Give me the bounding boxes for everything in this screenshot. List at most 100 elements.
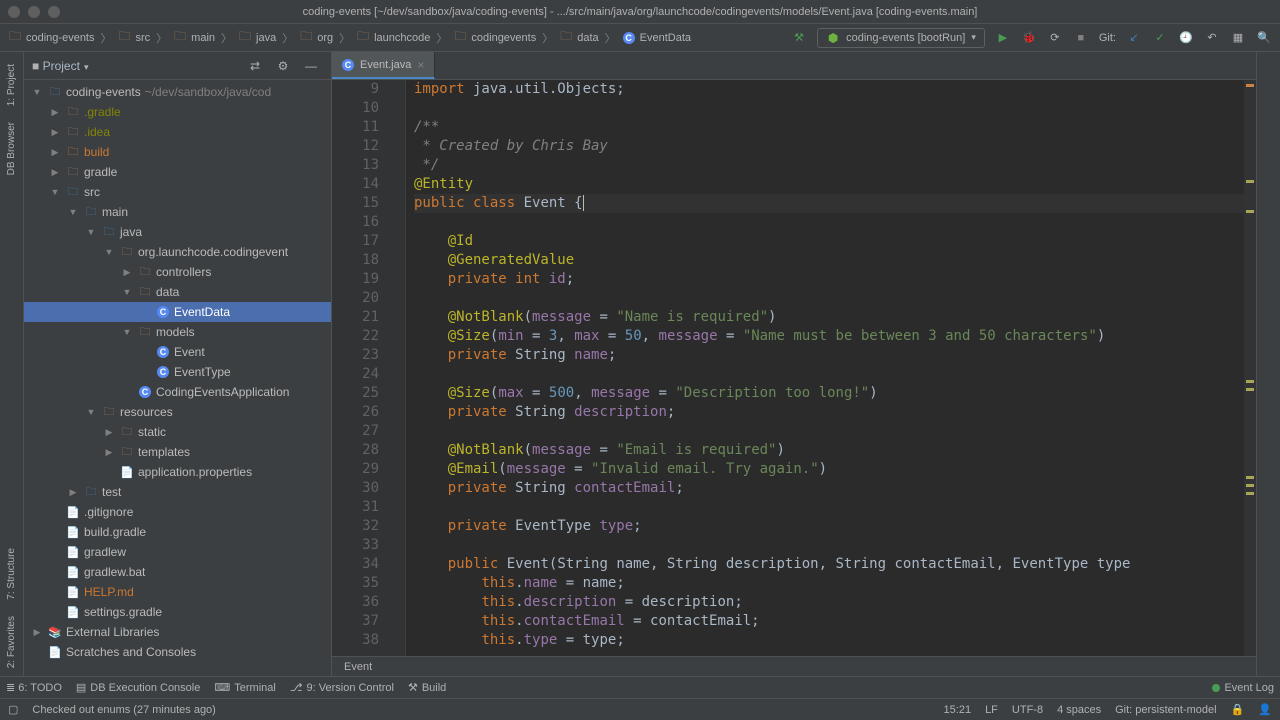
stop-icon[interactable]: ■ [1069,26,1093,50]
breadcrumb-org[interactable]: 🗀org [295,29,337,47]
code-line[interactable]: @Size(min = 3, max = 50, message = "Name… [414,327,1244,346]
chevron-icon[interactable]: ▶ [120,267,134,278]
warning-marker[interactable] [1246,380,1254,383]
editor-breadcrumbs[interactable]: Event [332,656,1256,676]
code-line[interactable]: public Event(String name, String descrip… [414,555,1244,574]
code-line[interactable]: @Entity [414,175,1244,194]
tree-item-src[interactable]: ▼🗀src [24,182,331,202]
code-line[interactable]: /** [414,118,1244,137]
chevron-icon[interactable]: ▼ [84,227,98,237]
code-line[interactable]: import java.util.Objects; [414,80,1244,99]
chevron-icon[interactable]: ▶ [48,107,62,118]
tree-item-external-libraries[interactable]: ▶📚External Libraries [24,622,331,642]
line-number[interactable]: 26 [332,403,379,422]
code-line[interactable]: this.description = description; [414,593,1244,612]
gear-icon[interactable]: ⚙ [271,54,295,78]
line-number[interactable]: 11 [332,118,379,137]
line-number[interactable]: 33 [332,536,379,555]
chevron-icon[interactable]: ▼ [120,287,134,297]
tree-item-org-launchcode-codingevent[interactable]: ▼🗀org.launchcode.codingevent [24,242,331,262]
tw-db-console[interactable]: ▤DB Execution Console [76,681,200,694]
tree-item-data[interactable]: ▼🗀data [24,282,331,302]
code-line[interactable]: @Size(max = 500, message = "Description … [414,384,1244,403]
tree-item--idea[interactable]: ▶🗀.idea [24,122,331,142]
code-line[interactable]: * Created by Chris Bay [414,137,1244,156]
line-number[interactable]: 24 [332,365,379,384]
rail-tab-project[interactable]: 1: Project [4,56,19,114]
code-line[interactable] [414,289,1244,308]
window-controls[interactable] [8,6,60,18]
breadcrumb-java[interactable]: 🗀java [234,29,280,47]
marker-strip[interactable] [1244,80,1256,656]
editor[interactable]: 9101112131415161718192021222324252627282… [332,80,1256,656]
breadcrumb-class[interactable]: Event [344,661,372,673]
code-area[interactable]: import java.util.Objects; /** * Created b… [406,80,1244,656]
line-separator[interactable]: LF [985,704,998,716]
tree-item-models[interactable]: ▼🗀models [24,322,331,342]
tree-item-coding-events[interactable]: ▼🗀coding-events ~/dev/sandbox/java/cod [24,82,331,102]
chevron-icon[interactable]: ▼ [66,207,80,217]
line-number[interactable]: 19 [332,270,379,289]
lock-icon[interactable]: 🔒 [1231,703,1245,716]
line-number[interactable]: 14 [332,175,379,194]
tree-item-java[interactable]: ▼🗀java [24,222,331,242]
tree-item-main[interactable]: ▼🗀main [24,202,331,222]
ide-structure-icon[interactable]: ▦ [1226,26,1250,50]
close-icon[interactable]: × [417,58,424,72]
tree-item-test[interactable]: ▶🗀test [24,482,331,502]
line-number[interactable]: 22 [332,327,379,346]
code-line[interactable] [414,99,1244,118]
warning-marker[interactable] [1246,210,1254,213]
chevron-icon[interactable]: ▼ [120,327,134,337]
tree-item-templates[interactable]: ▶🗀templates [24,442,331,462]
chevron-icon[interactable]: ▶ [48,167,62,178]
breadcrumb-coding-events[interactable]: 🗀coding-events [4,29,99,47]
code-line[interactable]: this.name = name; [414,574,1244,593]
select-opened-icon[interactable]: ⇄ [243,54,267,78]
warning-marker[interactable] [1246,388,1254,391]
code-line[interactable]: @NotBlank(message = "Name is required") [414,308,1244,327]
tree-item-event[interactable]: CEvent [24,342,331,362]
code-line[interactable]: private int id; [414,270,1244,289]
tree-item-resources[interactable]: ▼🗀resources [24,402,331,422]
build-icon[interactable]: ⚒ [787,26,811,50]
code-line[interactable]: @GeneratedValue [414,251,1244,270]
caret-position[interactable]: 15:21 [944,704,972,716]
line-number[interactable]: 20 [332,289,379,308]
code-line[interactable]: private String contactEmail; [414,479,1244,498]
tree-item-build[interactable]: ▶🗀build [24,142,331,162]
breadcrumb-src[interactable]: 🗀src [114,29,155,47]
code-line[interactable]: this.contactEmail = contactEmail; [414,612,1244,631]
coverage-icon[interactable]: ⟳ [1043,26,1067,50]
git-branch[interactable]: Git: persistent-model [1115,704,1216,716]
code-line[interactable]: private String name; [414,346,1244,365]
line-number[interactable]: 23 [332,346,379,365]
git-rollback-icon[interactable]: ↶ [1200,26,1224,50]
chevron-icon[interactable]: ▶ [66,487,80,498]
line-number[interactable]: 21 [332,308,379,327]
tw-terminal[interactable]: ⌨Terminal [214,681,275,694]
run-configuration[interactable]: ⬢ coding-events [bootRun] ▾ [817,28,985,48]
fold-column[interactable] [392,80,406,656]
tw-todo[interactable]: ≣ 6: TODO [6,681,62,694]
tw-version-control[interactable]: ⎇9: Version Control [290,681,394,694]
warning-marker[interactable] [1246,84,1254,87]
chevron-icon[interactable]: ▶ [102,427,116,438]
code-line[interactable] [414,365,1244,384]
chevron-icon[interactable]: ▶ [48,147,62,158]
code-line[interactable]: @Id [414,232,1244,251]
tree-item-help-md[interactable]: 📄HELP.md [24,582,331,602]
chevron-icon[interactable]: ▼ [102,247,116,257]
event-log[interactable]: Event Log [1212,682,1274,694]
line-number[interactable]: 27 [332,422,379,441]
gutter[interactable]: 9101112131415161718192021222324252627282… [332,80,392,656]
line-number[interactable]: 32 [332,517,379,536]
tree-item-codingeventsapplication[interactable]: CCodingEventsApplication [24,382,331,402]
line-number[interactable]: 18 [332,251,379,270]
tw-build[interactable]: ⚒Build [408,681,446,694]
tree-item-build-gradle[interactable]: 📄build.gradle [24,522,331,542]
indent[interactable]: 4 spaces [1057,704,1101,716]
line-number[interactable]: 9 [332,80,379,99]
code-line[interactable]: public class Event { [414,194,1244,213]
chevron-icon[interactable]: ▶ [102,447,116,458]
